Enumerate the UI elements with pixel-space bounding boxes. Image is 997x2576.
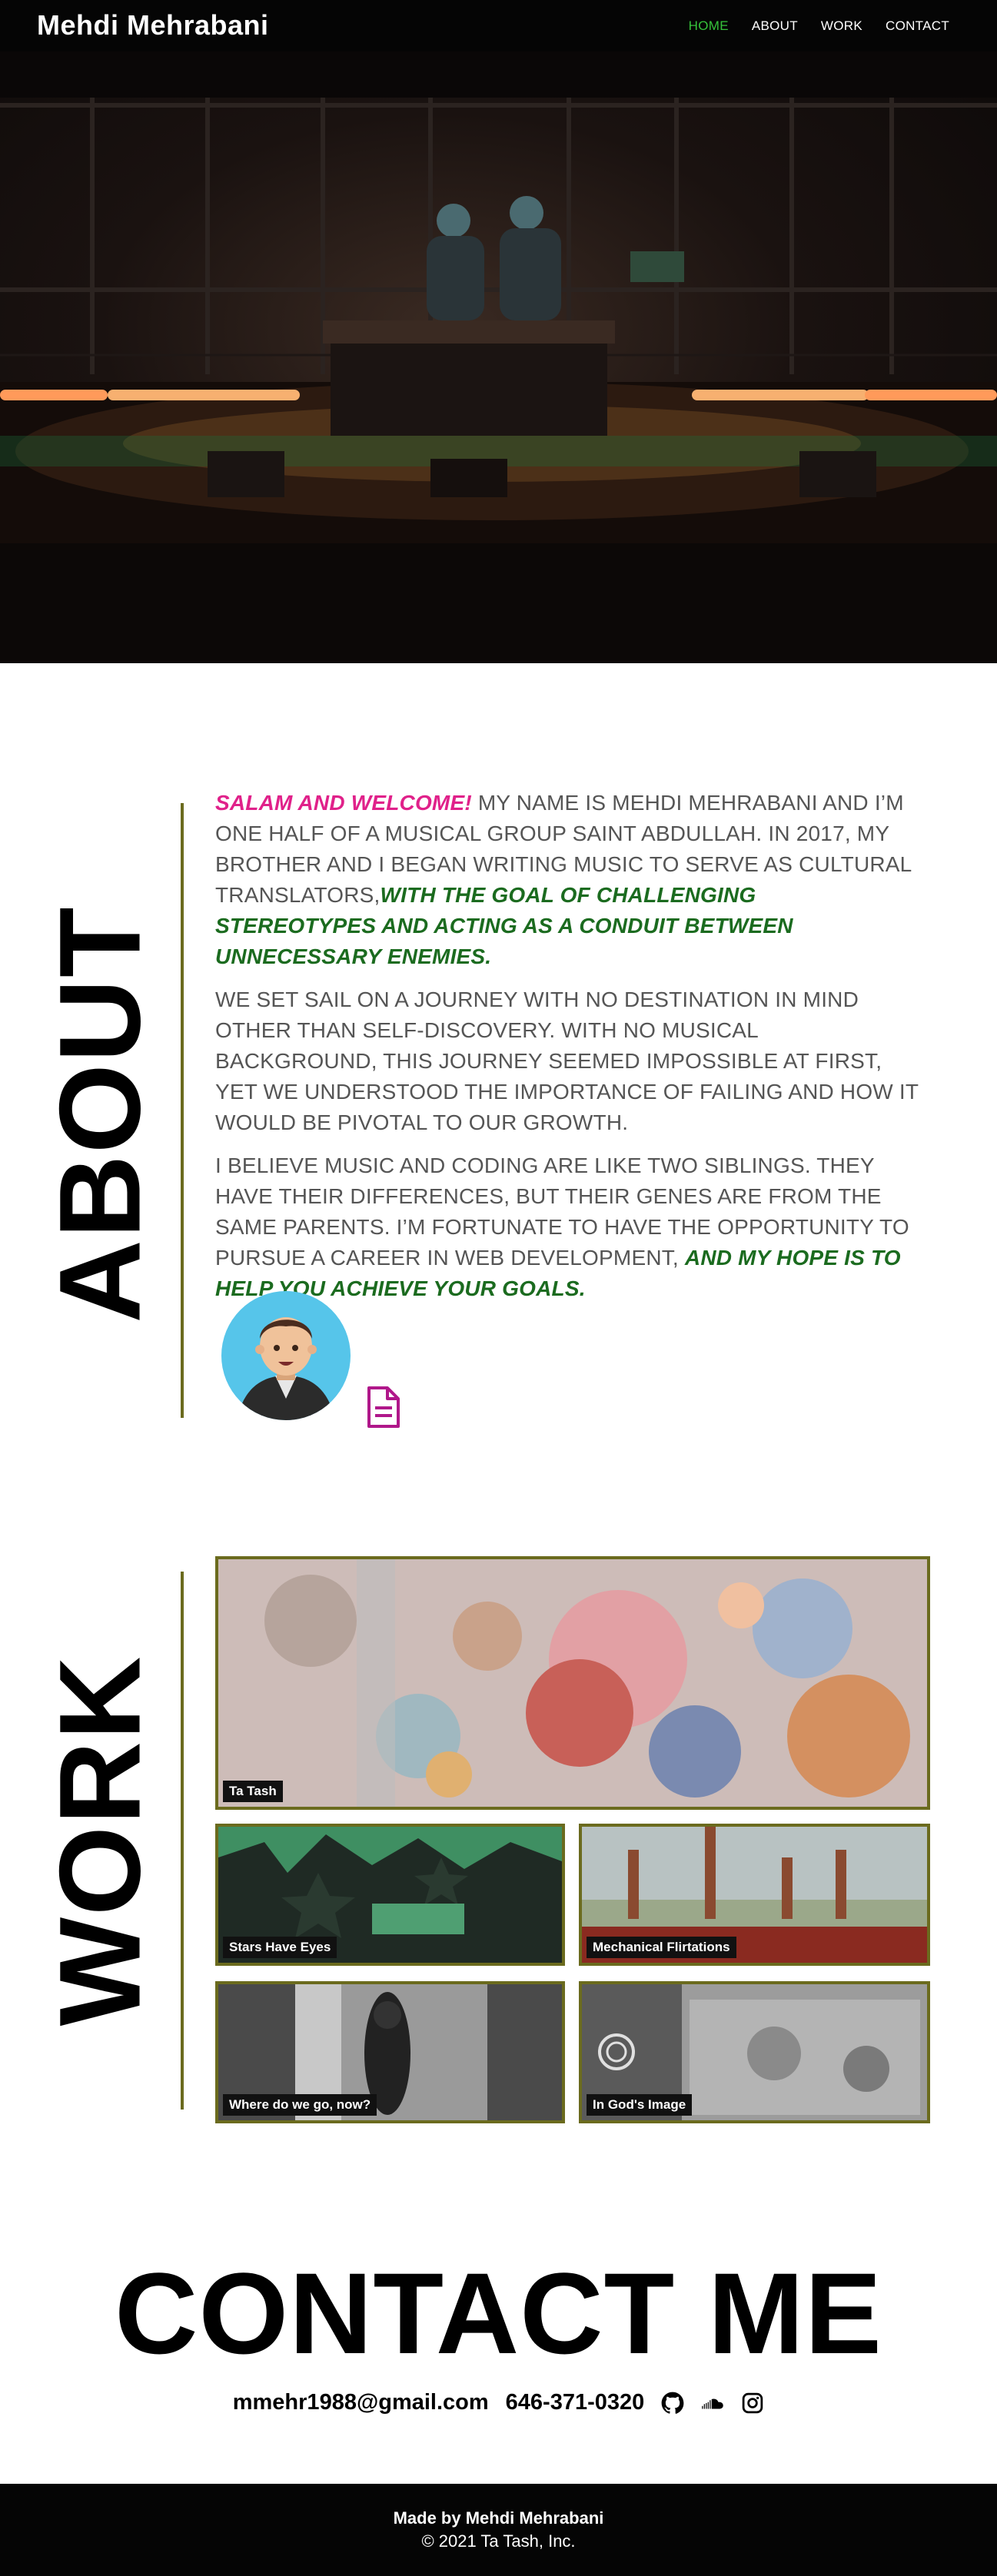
project-label-where-do-we-go-now: Where do we go, now? bbox=[223, 2094, 377, 2116]
nav-link-contact[interactable]: CONTACT bbox=[886, 18, 949, 34]
hero-stage-photo bbox=[0, 51, 997, 663]
project-image-ta-tash bbox=[218, 1559, 927, 1807]
instagram-icon[interactable] bbox=[741, 2392, 764, 2415]
about-divider bbox=[181, 803, 184, 1418]
project-label-mechanical-flirtations: Mechanical Flirtations bbox=[587, 1937, 736, 1958]
contact-heading: CONTACT ME bbox=[115, 2249, 882, 2378]
footer-made-by: Made by Mehdi Mehrabani bbox=[393, 2508, 604, 2528]
about-heading: ABOUT bbox=[35, 905, 165, 1323]
contact-row: mmehr1988@gmail.com 646-371-0320 bbox=[0, 2390, 997, 2415]
nav-link-work[interactable]: WORK bbox=[821, 18, 862, 34]
hero-image bbox=[0, 51, 997, 663]
work-divider bbox=[181, 1572, 184, 2110]
project-label-ta-tash: Ta Tash bbox=[223, 1781, 283, 1802]
github-icon[interactable] bbox=[661, 2392, 684, 2415]
contact-email[interactable]: mmehr1988@gmail.com bbox=[233, 2390, 489, 2415]
about-heading-container: ABOUT bbox=[35, 905, 165, 1323]
about-paragraph-3: I BELIEVE MUSIC AND CODING ARE LIKE TWO … bbox=[215, 1150, 922, 1304]
navbar: Mehdi Mehrabani HOME ABOUT WORK CONTACT bbox=[0, 0, 997, 51]
project-tile-ta-tash[interactable]: Ta Tash bbox=[215, 1556, 930, 1810]
footer: Made by Mehdi Mehrabani © 2021 Ta Tash, … bbox=[0, 2484, 997, 2576]
work-heading: WORK bbox=[35, 1655, 165, 2027]
about-welcome: SALAM AND WELCOME! bbox=[215, 791, 472, 815]
nav-link-home[interactable]: HOME bbox=[689, 18, 729, 34]
project-label-in-gods-image: In God's Image bbox=[587, 2094, 693, 2116]
about-paragraph-2: WE SET SAIL ON A JOURNEY WITH NO DESTINA… bbox=[215, 988, 919, 1134]
footer-copyright: © 2021 Ta Tash, Inc. bbox=[421, 2531, 576, 2551]
project-label-stars-have-eyes: Stars Have Eyes bbox=[223, 1937, 337, 1958]
about-text: SALAM AND WELCOME! MY NAME IS MEHDI MEHR… bbox=[215, 788, 922, 1316]
project-tile-where-do-we-go-now[interactable]: Where do we go, now? bbox=[215, 1981, 565, 2123]
project-tile-stars-have-eyes[interactable]: Stars Have Eyes bbox=[215, 1824, 565, 1966]
about-paragraph-1: SALAM AND WELCOME! MY NAME IS MEHDI MEHR… bbox=[215, 788, 922, 972]
nav-links: HOME ABOUT WORK CONTACT bbox=[689, 18, 949, 34]
work-heading-container: WORK bbox=[35, 1575, 165, 2106]
project-tile-in-gods-image[interactable]: In God's Image bbox=[579, 1981, 930, 2123]
avatar bbox=[221, 1291, 351, 1420]
brand-name[interactable]: Mehdi Mehrabani bbox=[37, 9, 269, 41]
document-icon[interactable] bbox=[364, 1385, 403, 1429]
project-tile-mechanical-flirtations[interactable]: Mechanical Flirtations bbox=[579, 1824, 930, 1966]
nav-link-about[interactable]: ABOUT bbox=[752, 18, 798, 34]
soundcloud-icon[interactable] bbox=[701, 2392, 724, 2415]
contact-phone[interactable]: 646-371-0320 bbox=[506, 2390, 645, 2415]
